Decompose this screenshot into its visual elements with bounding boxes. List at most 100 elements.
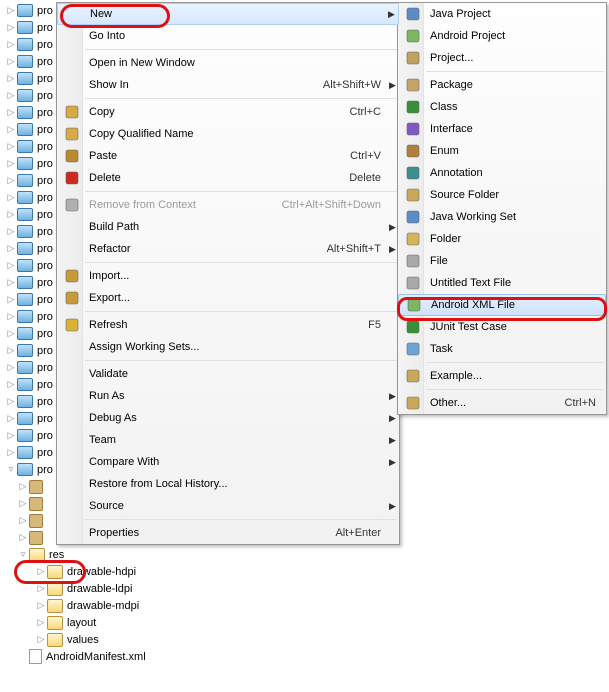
- menu-item[interactable]: Build Path▶: [57, 216, 399, 238]
- res-subfolder[interactable]: ▷ drawable-ldpi: [0, 580, 240, 597]
- menu-item[interactable]: Import...: [57, 265, 399, 287]
- menu-item[interactable]: Enum: [398, 140, 606, 162]
- paste-icon: [59, 145, 85, 167]
- menu-item[interactable]: Source▶: [57, 495, 399, 517]
- twisty-icon[interactable]: ▷: [18, 533, 28, 543]
- menu-item[interactable]: Open in New Window: [57, 52, 399, 74]
- menu-item-label: Annotation: [426, 167, 600, 179]
- twisty-icon[interactable]: ▷: [18, 499, 28, 509]
- menu-item[interactable]: Folder: [398, 228, 606, 250]
- menu-item[interactable]: Remove from ContextCtrl+Alt+Shift+Down: [57, 194, 399, 216]
- res-subfolder[interactable]: ▷layout: [0, 614, 240, 631]
- menu-item[interactable]: Example...: [398, 365, 606, 387]
- twisty-icon[interactable]: ▷: [36, 584, 46, 594]
- twisty-icon[interactable]: ▷: [6, 380, 16, 390]
- menu-item[interactable]: CopyCtrl+C: [57, 101, 399, 123]
- twisty-icon[interactable]: ▷: [6, 346, 16, 356]
- twisty-icon[interactable]: ▷: [6, 448, 16, 458]
- menu-item[interactable]: DeleteDelete: [57, 167, 399, 189]
- menu-item[interactable]: Show InAlt+Shift+W▶: [57, 74, 399, 96]
- menu-item[interactable]: Validate: [57, 363, 399, 385]
- twisty-icon[interactable]: ▷: [6, 244, 16, 254]
- tree-label: drawable-ldpi: [67, 583, 132, 595]
- twisty-icon[interactable]: ▷: [6, 414, 16, 424]
- twisty-icon[interactable]: ▷: [6, 431, 16, 441]
- twisty-icon[interactable]: ▷: [18, 482, 28, 492]
- twisty-icon[interactable]: ▷: [6, 159, 16, 169]
- menu-item[interactable]: Restore from Local History...: [57, 473, 399, 495]
- twisty-icon[interactable]: ▷: [36, 618, 46, 628]
- menu-item[interactable]: Copy Qualified Name: [57, 123, 399, 145]
- menu-item[interactable]: Android Project: [398, 25, 606, 47]
- twisty-icon[interactable]: ▷: [6, 363, 16, 373]
- manifest-file[interactable]: ▷AndroidManifest.xml: [0, 648, 240, 665]
- twisty-icon[interactable]: ▷: [6, 312, 16, 322]
- submenu-arrow-icon: ▶: [385, 413, 393, 424]
- menu-item-label: Copy Qualified Name: [85, 128, 385, 140]
- twisty-icon[interactable]: ▷: [6, 40, 16, 50]
- twisty-icon[interactable]: ▷: [6, 210, 16, 220]
- menu-separator: [85, 262, 397, 263]
- menu-item[interactable]: File: [398, 250, 606, 272]
- menu-item[interactable]: JUnit Test Case: [398, 316, 606, 338]
- menu-item[interactable]: RefactorAlt+Shift+T▶: [57, 238, 399, 260]
- twisty-icon[interactable]: ▷: [36, 567, 46, 577]
- menu-item[interactable]: Class: [398, 96, 606, 118]
- res-subfolder[interactable]: ▷drawable-hdpi: [0, 563, 240, 580]
- folder-icon: [17, 242, 33, 255]
- menu-item[interactable]: Task: [398, 338, 606, 360]
- menu-item[interactable]: PropertiesAlt+Enter: [57, 522, 399, 544]
- menu-item[interactable]: Project...: [398, 47, 606, 69]
- res-subfolder[interactable]: ▷drawable-mdpi: [0, 597, 240, 614]
- twisty-icon[interactable]: ▷: [18, 516, 28, 526]
- menu-item[interactable]: Go Into: [57, 25, 399, 47]
- twisty-icon[interactable]: ▷: [6, 261, 16, 271]
- menu-item[interactable]: Android XML File: [398, 294, 606, 316]
- twisty-icon[interactable]: ▷: [6, 91, 16, 101]
- twisty-icon[interactable]: ▷: [6, 295, 16, 305]
- twisty-icon[interactable]: ▷: [6, 125, 16, 135]
- menu-separator: [85, 311, 397, 312]
- twisty-icon[interactable]: ▷: [6, 329, 16, 339]
- twisty-icon[interactable]: ▷: [6, 397, 16, 407]
- menu-item[interactable]: Untitled Text File: [398, 272, 606, 294]
- twisty-icon[interactable]: ▿: [18, 550, 28, 560]
- twisty-icon[interactable]: ▷: [6, 227, 16, 237]
- twisty-icon[interactable]: ▷: [6, 278, 16, 288]
- menu-item[interactable]: Java Project: [398, 3, 606, 25]
- twisty-icon[interactable]: ▷: [36, 601, 46, 611]
- menu-item[interactable]: Other...Ctrl+N: [398, 392, 606, 414]
- menu-item[interactable]: Source Folder: [398, 184, 606, 206]
- menu-item[interactable]: Debug As▶: [57, 407, 399, 429]
- twisty-icon[interactable]: ▷: [6, 6, 16, 16]
- twisty-icon[interactable]: ▷: [6, 57, 16, 67]
- menu-item[interactable]: Assign Working Sets...: [57, 336, 399, 358]
- menu-item[interactable]: New▶: [57, 3, 399, 25]
- menu-item[interactable]: Team▶: [57, 429, 399, 451]
- twisty-icon[interactable]: ▷: [6, 142, 16, 152]
- submenu-arrow-icon: ▶: [385, 80, 393, 91]
- menu-item[interactable]: RefreshF5: [57, 314, 399, 336]
- menu-item[interactable]: Run As▶: [57, 385, 399, 407]
- menu-item[interactable]: Java Working Set: [398, 206, 606, 228]
- twisty-icon[interactable]: ▷: [6, 23, 16, 33]
- menu-item[interactable]: Export...: [57, 287, 399, 309]
- folder-icon: [17, 327, 33, 340]
- menu-item[interactable]: Package: [398, 74, 606, 96]
- res-folder[interactable]: ▿res: [0, 546, 240, 563]
- twisty-icon[interactable]: ▷: [6, 193, 16, 203]
- menu-item[interactable]: PasteCtrl+V: [57, 145, 399, 167]
- menu-item[interactable]: Interface: [398, 118, 606, 140]
- tree-label: pro: [37, 430, 53, 442]
- menu-item[interactable]: Compare With▶: [57, 451, 399, 473]
- res-subfolder[interactable]: ▷values: [0, 631, 240, 648]
- twisty-icon[interactable]: ▷: [6, 74, 16, 84]
- folder-icon: [17, 72, 33, 85]
- twisty-icon[interactable]: ▷: [6, 108, 16, 118]
- menu-item-accel: F5: [368, 319, 385, 331]
- menu-item[interactable]: Annotation: [398, 162, 606, 184]
- package-icon: [29, 497, 43, 511]
- twisty-icon[interactable]: ▷: [6, 176, 16, 186]
- twisty-icon[interactable]: ▿: [6, 465, 16, 475]
- twisty-icon[interactable]: ▷: [36, 635, 46, 645]
